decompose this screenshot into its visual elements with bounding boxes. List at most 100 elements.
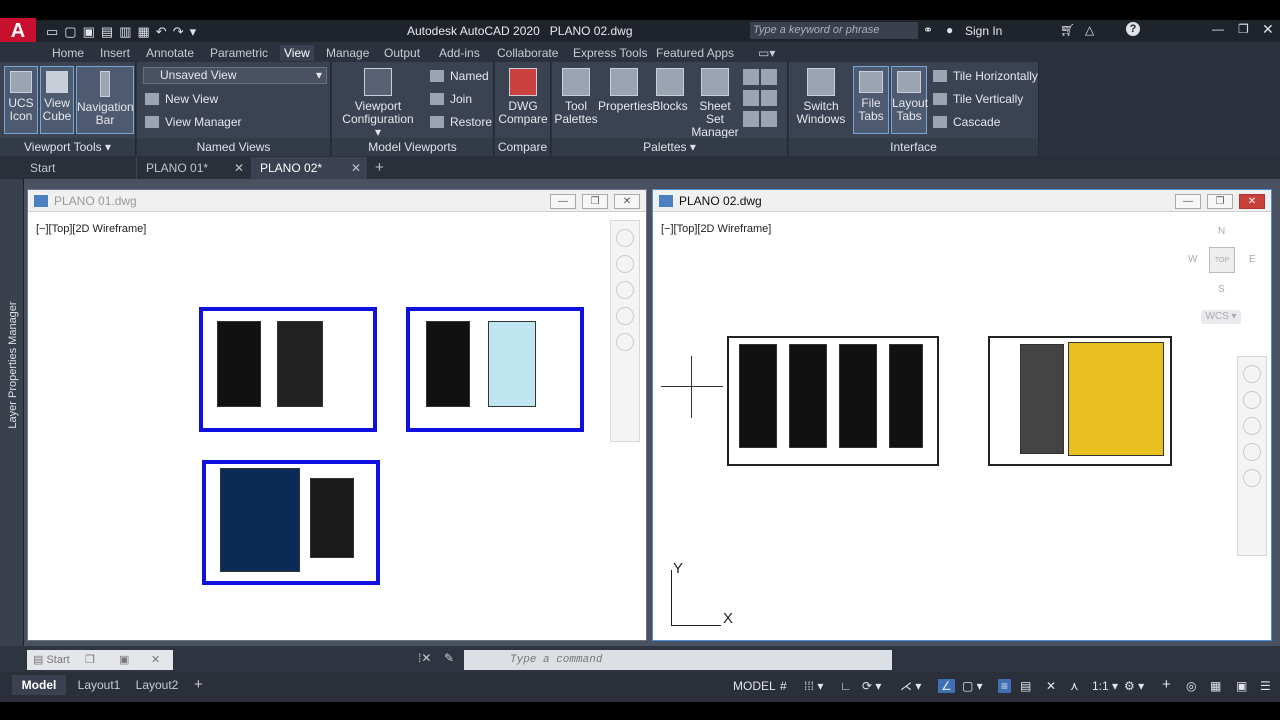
workspace-gear-icon[interactable]: ⚙ ▾ <box>1124 679 1144 693</box>
cart-icon[interactable]: 🛒︎ <box>1060 23 1075 37</box>
isodraft-icon[interactable]: ⋌ ▾ <box>900 679 921 693</box>
pan-icon[interactable] <box>1243 391 1261 409</box>
minimize-button[interactable]: — <box>550 194 576 209</box>
minimized-window-start[interactable]: ▤ Start ❐ ▣ ✕ <box>27 650 173 670</box>
help-icon[interactable]: ? <box>1126 22 1140 36</box>
layout-tab-model[interactable]: Model <box>12 675 66 695</box>
close-icon[interactable]: ✕ <box>351 157 361 179</box>
showmotion-icon[interactable] <box>1243 469 1261 487</box>
model-space-toggle[interactable]: MODEL <box>733 679 776 693</box>
ucs-icon-button[interactable]: UCS Icon <box>4 66 38 134</box>
steering-wheel-icon[interactable] <box>1243 365 1261 383</box>
ribbon-tab-output[interactable]: Output <box>380 45 424 61</box>
panel-title-viewport-tools[interactable]: Viewport Tools ▾ <box>0 138 135 156</box>
annotation-scale[interactable]: 1:1 ▾ <box>1092 679 1118 693</box>
customize-wrench-icon[interactable]: ✎ <box>444 651 454 665</box>
layer-properties-palette[interactable]: Layer Properties Manager <box>0 179 24 646</box>
file-tab-start[interactable]: Start <box>0 157 135 179</box>
ribbon-tab-collaborate[interactable]: Collaborate <box>493 45 562 61</box>
view-manager-button[interactable]: View Manager <box>145 113 242 131</box>
new-tab-button[interactable]: + <box>375 157 391 179</box>
autodesk-icon[interactable]: △ <box>1085 23 1094 37</box>
maximize-icon[interactable]: ▣ <box>119 650 129 670</box>
ribbon-tab-home[interactable]: Home <box>48 45 88 61</box>
file-tab-plano-02[interactable]: PLANO 02* ✕ <box>251 157 367 179</box>
clean-screen-icon[interactable]: ▣ <box>1236 679 1247 693</box>
save-as-icon[interactable]: ▤ <box>101 24 119 39</box>
close-icon[interactable]: ✕ <box>1262 21 1274 38</box>
view-cube-button[interactable]: View Cube <box>40 66 74 134</box>
tile-vertically-button[interactable]: Tile Vertically <box>933 90 1023 108</box>
orbit-icon[interactable] <box>616 307 634 325</box>
lineweight-icon[interactable]: ≡ <box>998 679 1012 693</box>
redo-icon[interactable]: ↷ <box>173 24 190 39</box>
quick-properties-icon[interactable]: ▦ <box>1210 679 1221 693</box>
restore-icon[interactable]: ❐ <box>85 650 95 670</box>
cascade-button[interactable]: Cascade <box>933 113 1000 131</box>
view-cube[interactable]: N W E S TOP WCS ▾ <box>1183 226 1263 326</box>
save-icon[interactable]: ▣ <box>83 24 101 39</box>
customize-icon[interactable]: ▾ <box>190 24 203 39</box>
dwg-compare-button[interactable]: DWG Compare <box>497 68 549 126</box>
wcs-menu[interactable]: WCS ▾ <box>1201 310 1241 324</box>
annotation-visibility-icon[interactable]: ✕ <box>1046 679 1056 693</box>
drawing-window-plano-02[interactable]: PLANO 02.dwg — ❐ ✕ [−][Top][2D Wireframe… <box>652 189 1272 641</box>
calculator-icon[interactable] <box>761 90 777 106</box>
layout-tab-layout2[interactable]: Layout2 <box>130 675 184 695</box>
viewport-controls[interactable]: [−][Top][2D Wireframe] <box>661 223 771 235</box>
ribbon-tab-add-ins[interactable]: Add-ins <box>435 45 484 61</box>
undo-icon[interactable]: ↶ <box>156 24 173 39</box>
drawing-window-plano-01[interactable]: PLANO 01.dwg — ❐ ✕ [−][Top][2D Wireframe… <box>27 189 647 641</box>
ribbon-tab-annotate[interactable]: Annotate <box>142 45 198 61</box>
restore-button[interactable]: ❐ <box>582 194 608 209</box>
navigation-bar-button[interactable]: Navigation Bar <box>76 66 134 134</box>
transparency-icon[interactable]: ▤ <box>1020 679 1031 693</box>
tool-palettes-button[interactable]: Tool Palettes <box>554 68 598 126</box>
file-tab-plano-01[interactable]: PLANO 01* ✕ <box>136 157 250 179</box>
named-viewports-button[interactable]: Named <box>430 67 489 85</box>
external-refs-icon[interactable] <box>743 111 759 127</box>
blocks-button[interactable]: Blocks <box>650 68 690 113</box>
units-icon[interactable]: ◎ <box>1186 679 1196 693</box>
design-center-icon[interactable] <box>743 90 759 106</box>
ribbon-extra-tab-icon[interactable]: ▭▾ <box>754 45 779 61</box>
layout-tabs-button[interactable]: Layout Tabs <box>891 66 928 134</box>
ribbon-tab-manage[interactable]: Manage <box>322 45 373 61</box>
open-icon[interactable]: ▢ <box>64 24 82 39</box>
layer-icon[interactable] <box>761 111 777 127</box>
sheet-set-manager-button[interactable]: Sheet Set Manager <box>690 68 740 139</box>
ortho-icon[interactable]: ∟ <box>840 679 852 693</box>
restore-icon[interactable]: ❐ <box>1238 22 1249 36</box>
command-line-icon[interactable] <box>743 69 759 85</box>
app-logo[interactable]: A <box>0 18 36 44</box>
binoculars-icon[interactable]: ⚭ <box>923 23 933 37</box>
layout-tab-layout1[interactable]: Layout1 <box>72 675 126 695</box>
markup-icon[interactable] <box>761 69 777 85</box>
close-button[interactable]: ✕ <box>1239 194 1265 209</box>
showmotion-icon[interactable] <box>616 333 634 351</box>
file-tabs-button[interactable]: File Tabs <box>853 66 889 134</box>
ribbon-tab-view[interactable]: View <box>280 45 314 61</box>
object-snap-icon[interactable]: ▢ ▾ <box>962 679 983 693</box>
ribbon-tab-parametric[interactable]: Parametric <box>206 45 272 61</box>
join-button[interactable]: Join <box>430 90 472 108</box>
switch-windows-button[interactable]: Switch Windows <box>793 68 849 126</box>
publish-icon[interactable]: ▥ <box>119 24 137 39</box>
customization-icon[interactable]: ☰ <box>1260 679 1271 693</box>
annotation-monitor-icon[interactable]: + <box>1162 676 1171 693</box>
polar-icon[interactable]: ⟳ ▾ <box>862 679 881 693</box>
zoom-icon[interactable] <box>1243 417 1261 435</box>
panel-title-palettes[interactable]: Palettes ▾ <box>552 138 787 156</box>
close-icon[interactable]: ✕ <box>151 650 160 670</box>
minimize-button[interactable]: — <box>1175 194 1201 209</box>
restore-button[interactable]: ❐ <box>1207 194 1233 209</box>
minimize-icon[interactable]: — <box>1212 22 1224 36</box>
autoscale-icon[interactable]: ⋏ <box>1070 679 1079 693</box>
plot-icon[interactable]: ▦ <box>137 24 155 39</box>
viewport-configuration-button[interactable]: Viewport Configuration ▾ <box>338 68 418 139</box>
new-layout-icon[interactable]: + <box>194 676 203 693</box>
ribbon-tab-insert[interactable]: Insert <box>96 45 134 61</box>
navigation-bar[interactable] <box>610 220 640 442</box>
command-input[interactable]: Type a command <box>464 650 892 670</box>
navigation-bar[interactable] <box>1237 356 1267 556</box>
